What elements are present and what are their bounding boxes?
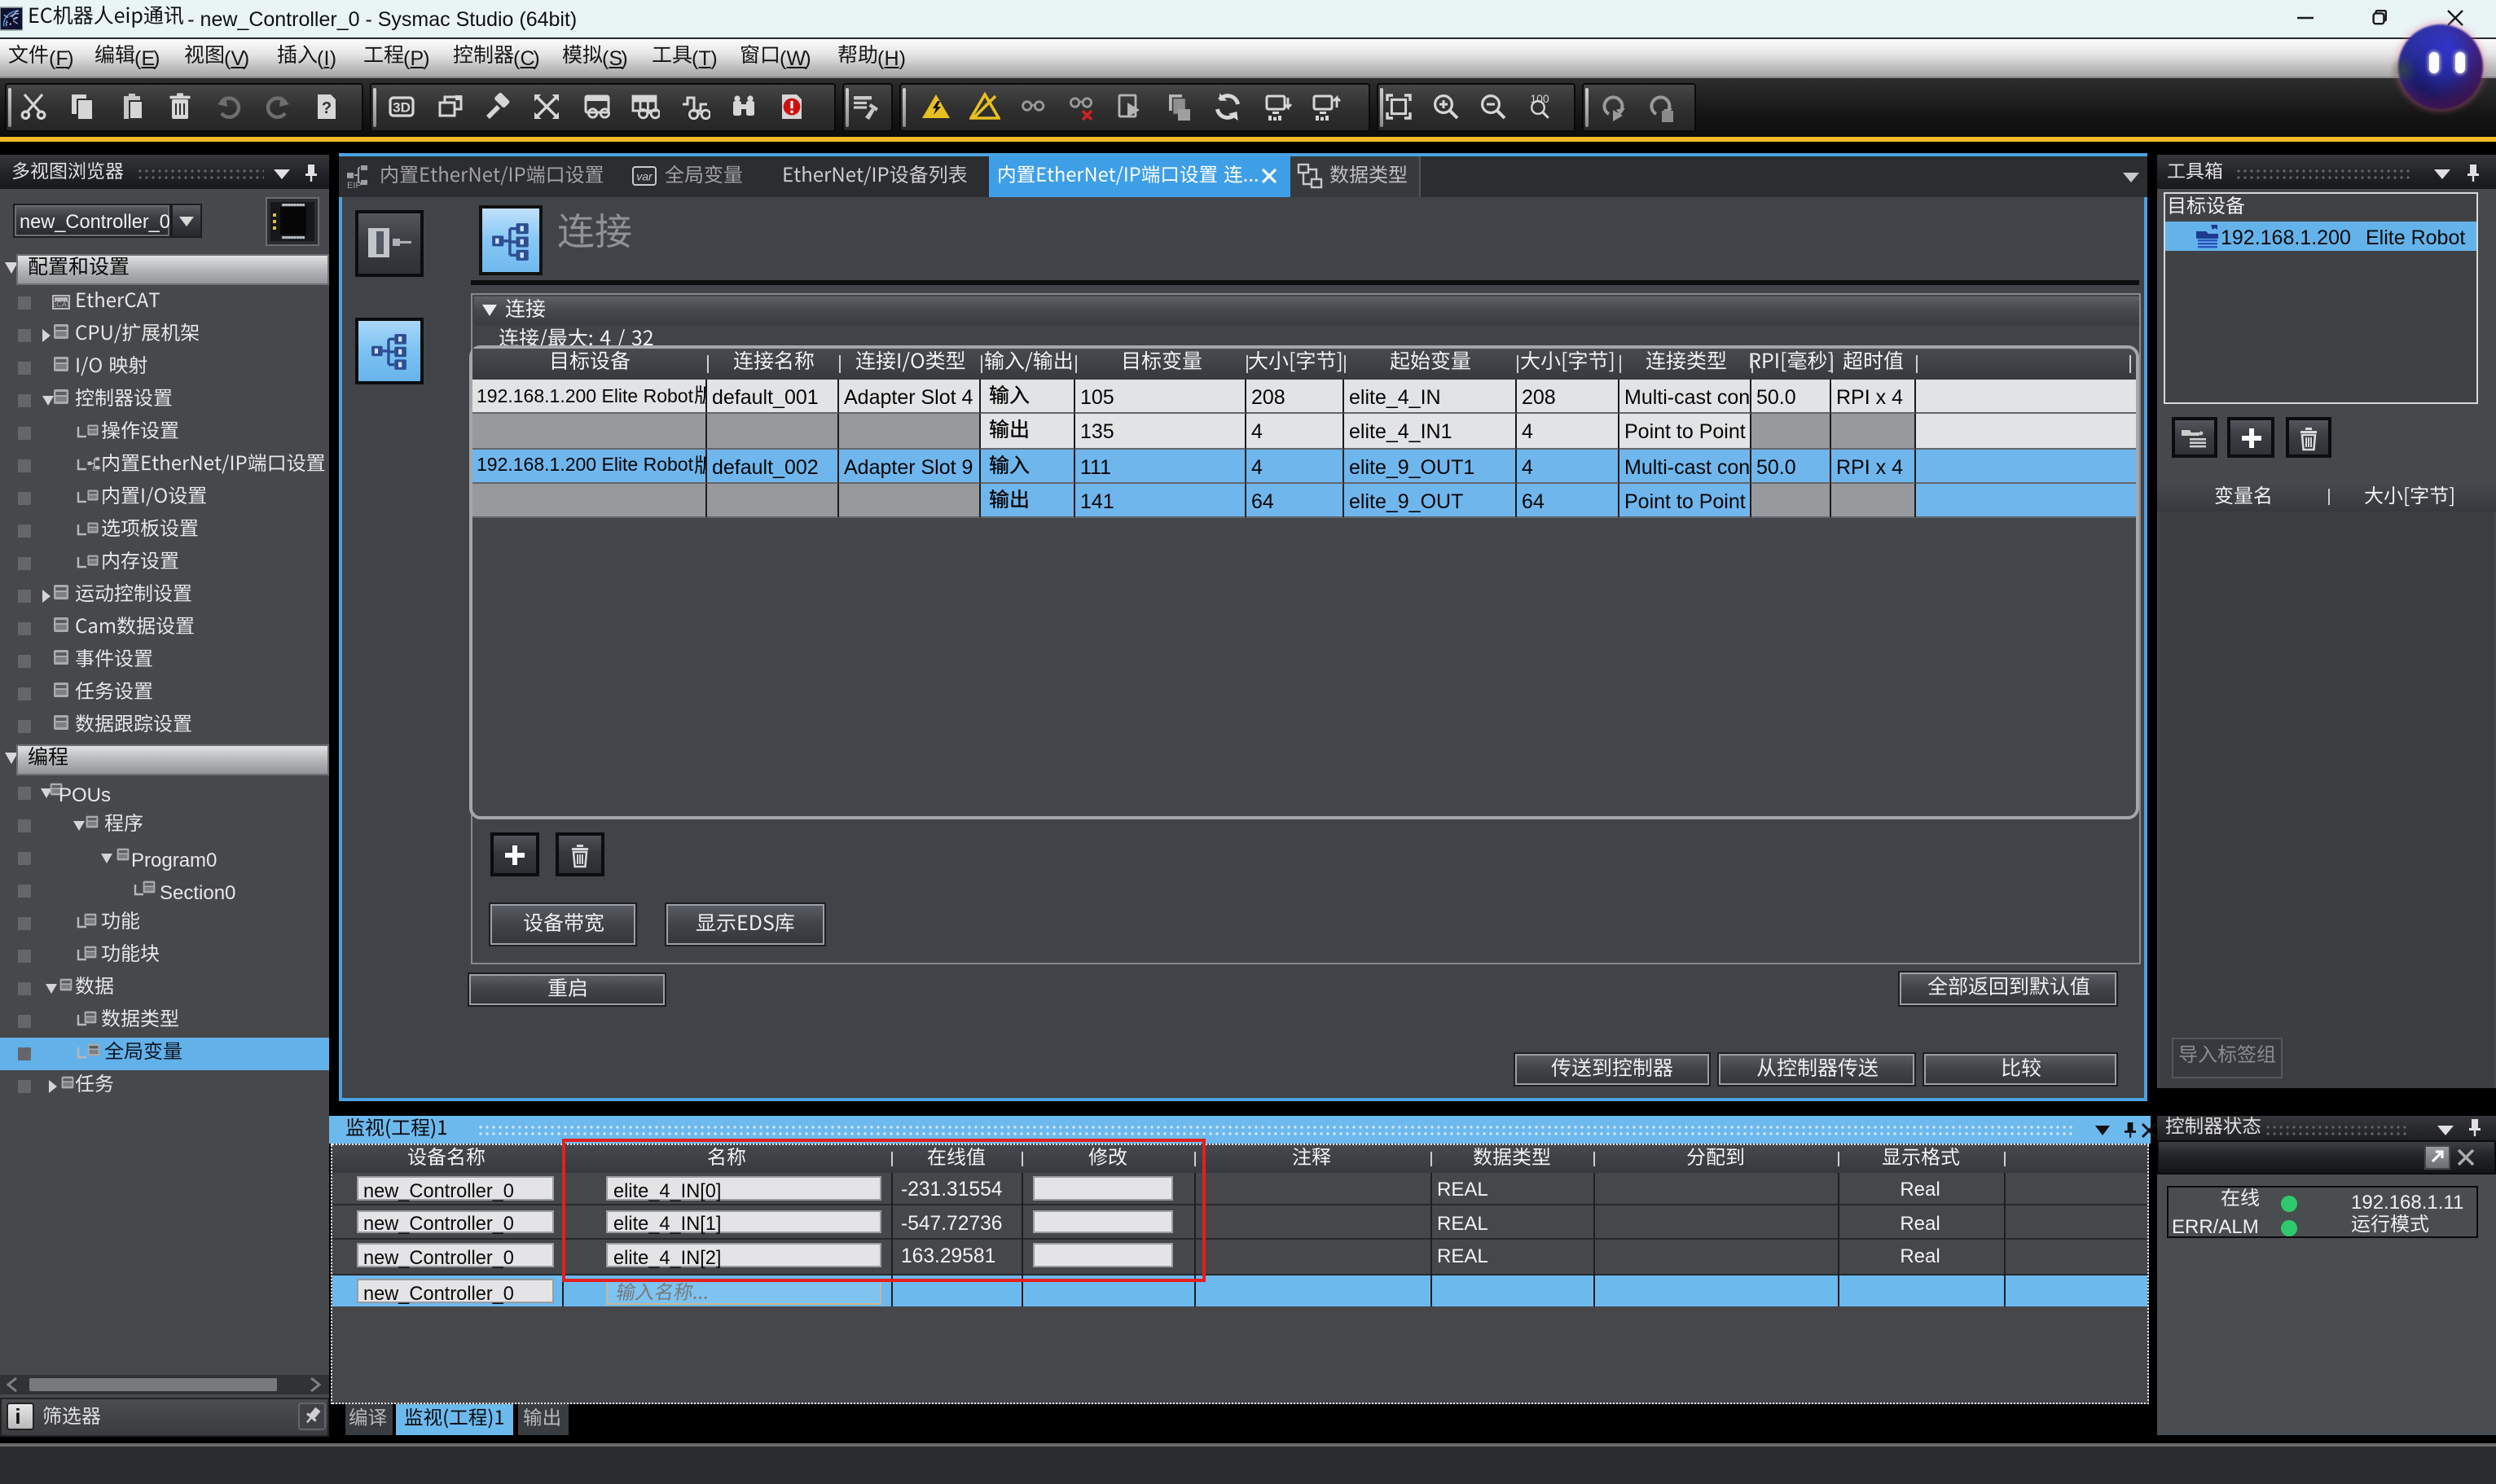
svg-text:?: ? — [321, 99, 331, 117]
svg-text:var: var — [636, 170, 653, 183]
svg-text:EIP: EIP — [347, 181, 362, 189]
svg-text:3D: 3D — [392, 100, 410, 116]
